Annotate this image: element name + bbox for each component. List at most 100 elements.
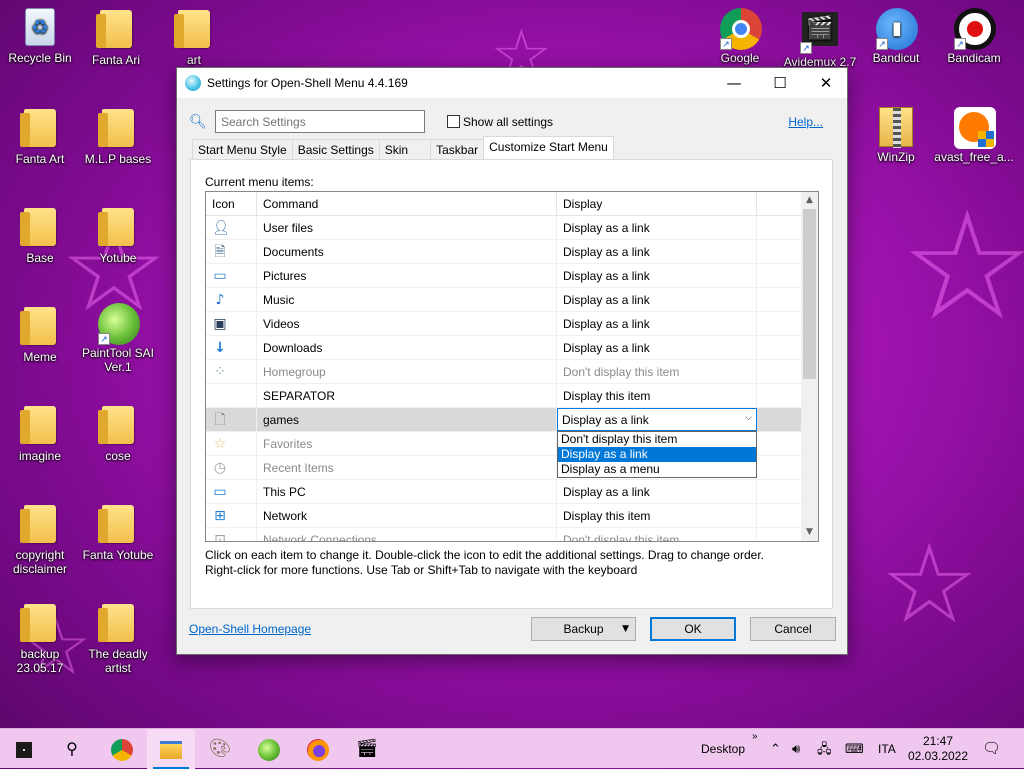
taskbar-chrome[interactable] [98, 729, 146, 769]
show-all-settings-checkbox[interactable] [447, 115, 460, 128]
folder-icon [98, 109, 138, 149]
desktop-icon-copyright-disclaimer[interactable]: copyright disclaimer [0, 503, 80, 576]
close-button[interactable]: ✕ [803, 68, 849, 98]
scroll-thumb[interactable] [803, 209, 816, 379]
desktop-icon-mlp-bases[interactable]: M.L.P bases [78, 107, 158, 166]
table-row[interactable]: ▭ This PC Display as a link [206, 480, 803, 504]
folder-icon [20, 604, 60, 644]
search-settings-input[interactable] [215, 110, 425, 133]
scroll-down-arrow-icon[interactable]: ▼ [801, 524, 818, 541]
network-icon: ⊞ [214, 508, 226, 524]
display-mode-dropdown: Don't display this item Display as a lin… [557, 431, 757, 478]
desktop-icon-yotube[interactable]: Yotube [78, 206, 158, 265]
desktop-icon-art[interactable]: art [154, 8, 234, 68]
column-header-command[interactable]: Command [257, 192, 557, 216]
painttool-sai-icon: ↗ [98, 303, 140, 345]
desktop-icon-winzip[interactable]: WinZip [856, 107, 936, 164]
table-row[interactable]: ↓ Downloads Display as a link [206, 336, 803, 360]
desktop-icon-google[interactable]: ↗ Google [700, 8, 780, 70]
chevron-down-icon[interactable]: ⌵ [745, 413, 752, 423]
taskbar-paint[interactable]: 🎨︎ [196, 729, 244, 769]
folder-icon [98, 406, 138, 446]
folder-icon [96, 10, 136, 50]
tab-customize-start-menu[interactable]: Customize Start Menu [483, 136, 614, 159]
column-header-display[interactable]: Display [557, 192, 757, 216]
tab-skin[interactable]: Skin [378, 139, 432, 159]
table-row[interactable]: ⊡ Network Connections Don't display this… [206, 528, 803, 541]
backup-button[interactable]: Backup ▼ [531, 617, 636, 641]
desktop-icon-avast[interactable]: avast_free_a... [934, 107, 1014, 164]
keyboard-icon[interactable]: ⌨ [845, 729, 864, 769]
desktop-icon-fanta-art[interactable]: Fanta Art [0, 107, 80, 166]
clock[interactable]: 21:47 02.03.2022 [905, 734, 971, 764]
folder-icon [20, 505, 60, 545]
notifications-icon[interactable]: 🗨︎ [982, 729, 1001, 769]
table-row[interactable]: ▭ Pictures Display as a link [206, 264, 803, 288]
table-row[interactable]: ⁘ Homegroup Don't display this item [206, 360, 803, 384]
taskbar-avidemux[interactable]: 🎬︎ [343, 729, 391, 769]
list-header: Icon Command Display [206, 192, 803, 216]
search-taskbar-button[interactable]: ⚲ [48, 729, 96, 769]
tab-taskbar[interactable]: Taskbar [430, 139, 485, 159]
maximize-button[interactable]: ☐ [757, 68, 803, 98]
scroll-up-arrow-icon[interactable]: ▲ [801, 192, 818, 209]
start-button[interactable] [0, 729, 48, 769]
tab-start-menu-style[interactable]: Start Menu Style [192, 139, 293, 159]
table-row[interactable]: ⊞ Network Display this item [206, 504, 803, 528]
table-row[interactable]: ▣ Videos Display as a link [206, 312, 803, 336]
chevron-up-icon[interactable]: ⌃ [770, 729, 781, 769]
instructions-text: Click on each item to change it. Double-… [205, 548, 764, 577]
taskbar-firefox[interactable] [294, 729, 342, 769]
desktop-icon-the-deadly-artist[interactable]: The deadly artist [78, 602, 158, 675]
folder-icon [20, 208, 60, 248]
desktop-icon-bandicut[interactable]: ▮ ↗ Bandicut [856, 8, 936, 65]
help-link[interactable]: Help... [788, 115, 823, 129]
column-header-icon[interactable]: Icon [206, 192, 257, 216]
menu-items-list[interactable]: Icon Command Display 👤︎ User files Displ… [205, 191, 819, 542]
dropdown-option-display-as-link[interactable]: Display as a link [558, 447, 756, 462]
dropdown-option-display-as-menu[interactable]: Display as a menu [558, 462, 756, 477]
desktop-icon-avidemux[interactable]: 🎬 ↗ Avidemux 2.7 [780, 8, 860, 70]
desktop-icon-painttool-sai[interactable]: ↗ PaintTool SAI Ver.1 [78, 303, 158, 374]
folder-icon [20, 109, 60, 149]
tab-basic-settings[interactable]: Basic Settings [291, 139, 380, 159]
desktop-icon-backup[interactable]: backup 23.05.17 [0, 602, 80, 675]
language-indicator[interactable]: ITA [878, 729, 896, 769]
documents-icon: 🗎 [214, 244, 226, 260]
favorites-star-icon: ☆ [213, 436, 227, 452]
minimize-button[interactable]: — [711, 68, 757, 98]
table-row[interactable]: SEPARATOR Display this item [206, 384, 803, 408]
taskbar-painttool-sai[interactable] [245, 729, 293, 769]
toolbar-expand-icon[interactable]: » [752, 717, 758, 757]
desktop-icon-cose[interactable]: cose [78, 404, 158, 463]
open-shell-homepage-link[interactable]: Open-Shell Homepage [189, 622, 311, 636]
desktop-icon-base[interactable]: Base [0, 206, 80, 265]
table-row[interactable]: ♪ Music Display as a link [206, 288, 803, 312]
desktop-icon-recycle-bin[interactable]: ♻ Recycle Bin [0, 8, 80, 65]
table-row[interactable]: 🗎 Documents Display as a link [206, 240, 803, 264]
chrome-icon: ↗ [720, 8, 762, 50]
bandicam-icon: ↗ [954, 8, 996, 50]
desktop-icon-fanta-yotube[interactable]: Fanta Yotube [78, 503, 158, 562]
vertical-scrollbar[interactable]: ▲ ▼ [801, 192, 818, 541]
display-mode-combobox[interactable]: Display as a link ⌵ [557, 408, 757, 431]
taskbar-file-explorer[interactable] [147, 729, 195, 769]
dropdown-option-dont-display[interactable]: Don't display this item [558, 432, 756, 447]
file-explorer-icon [160, 740, 182, 759]
desktop-icon-imagine[interactable]: imagine [0, 404, 80, 463]
volume-icon[interactable]: 🔊︎ [792, 729, 800, 769]
network-icon[interactable]: 🖧︎ [817, 729, 832, 769]
clapperboard-icon: 🎬 ↗ [800, 12, 840, 54]
cancel-button[interactable]: Cancel [750, 617, 836, 641]
table-row[interactable]: 👤︎ User files Display as a link [206, 216, 803, 240]
winzip-icon [876, 107, 916, 148]
title-bar[interactable]: Settings for Open-Shell Menu 4.4.169 — ☐… [177, 68, 847, 98]
blank-page-icon: 🗋 [214, 412, 226, 428]
desktop-icon-meme[interactable]: Meme [0, 305, 80, 364]
current-items-label: Current menu items: [205, 175, 314, 189]
desktop-icon-fanta-ari[interactable]: Fanta Ari [76, 8, 156, 67]
this-pc-icon: ▭ [213, 484, 227, 500]
ok-button[interactable]: OK [650, 617, 736, 641]
desktop-icon-bandicam[interactable]: ↗ Bandicam [934, 8, 1014, 65]
desktop-toolbar-label[interactable]: Desktop [701, 729, 745, 769]
